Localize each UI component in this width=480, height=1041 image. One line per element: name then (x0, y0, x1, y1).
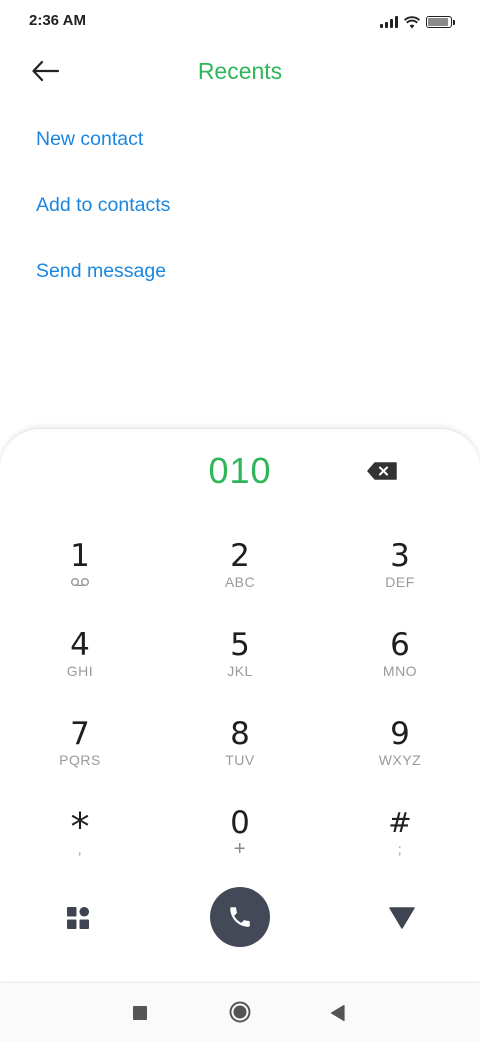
key-digit: 7 (70, 716, 90, 752)
key-digit: 4 (70, 627, 90, 663)
recents-nav-button[interactable] (132, 1005, 148, 1021)
key-digit: 0 (230, 805, 250, 841)
phone-icon (230, 907, 250, 927)
status-time: 2:36 AM (29, 12, 86, 29)
key-letters: JKL (227, 663, 253, 679)
send-message-link[interactable]: Send message (36, 260, 166, 283)
key-letters: ; (397, 841, 403, 857)
collapse-dialpad-button[interactable] (388, 906, 416, 930)
key-letters: MNO (382, 663, 418, 679)
key-digit: 8 (230, 716, 250, 752)
dialpad-menu-icon (67, 906, 90, 929)
key-digit: 1 (70, 538, 90, 574)
back-nav-button[interactable] (330, 1004, 346, 1022)
call-button[interactable] (210, 887, 270, 947)
key-1[interactable]: 1 (20, 538, 140, 610)
key-hash[interactable]: # ; (340, 805, 460, 877)
voicemail-icon (71, 578, 89, 586)
key-letters: TUV (225, 752, 255, 768)
page-title: Recents (197, 58, 283, 84)
key-digit: 6 (390, 627, 410, 663)
backspace-icon (367, 462, 397, 480)
add-to-contacts-link[interactable]: Add to contacts (36, 194, 170, 217)
backspace-button[interactable] (366, 460, 400, 482)
new-contact-link[interactable]: New contact (36, 128, 143, 151)
key-digit: 3 (390, 538, 410, 574)
key-digit: 5 (230, 627, 250, 663)
key-letters: , (77, 841, 83, 857)
key-letters: WXYZ (378, 752, 422, 768)
dialpad-menu-button[interactable] (66, 906, 90, 930)
key-2[interactable]: 2 ABC (180, 538, 300, 610)
key-8[interactable]: 8 TUV (180, 716, 300, 788)
key-letters: GHI (66, 663, 94, 679)
key-digit: 2 (230, 538, 250, 574)
key-letters: PQRS (59, 752, 101, 768)
status-icons (380, 12, 455, 32)
key-7[interactable]: 7 PQRS (20, 716, 140, 788)
key-star[interactable]: * , (20, 805, 140, 877)
navigation-bar (0, 982, 480, 1041)
key-3[interactable]: 3 DEF (340, 538, 460, 610)
home-nav-button[interactable] (229, 1001, 251, 1023)
signal-icon (380, 16, 398, 28)
key-9[interactable]: 9 WXYZ (340, 716, 460, 788)
key-6[interactable]: 6 MNO (340, 627, 460, 699)
status-bar: 2:36 AM (0, 0, 480, 44)
battery-level (428, 18, 448, 26)
key-letters: ABC (224, 574, 256, 590)
square-icon (133, 1006, 147, 1020)
key-letters (20, 574, 140, 590)
key-5[interactable]: 5 JKL (180, 627, 300, 699)
wifi-icon (404, 15, 420, 28)
collapse-triangle-icon (389, 907, 415, 929)
battery-icon (426, 16, 455, 28)
key-4[interactable]: 4 GHI (20, 627, 140, 699)
key-letters: DEF (385, 574, 415, 590)
home-circle-icon (229, 1001, 251, 1023)
dialed-number: 010 (208, 450, 272, 491)
key-letters: + (233, 838, 247, 860)
key-digit: # (388, 806, 412, 839)
key-0[interactable]: 0 + (180, 805, 300, 877)
back-triangle-icon (330, 1004, 345, 1022)
key-digit: 9 (390, 716, 410, 752)
